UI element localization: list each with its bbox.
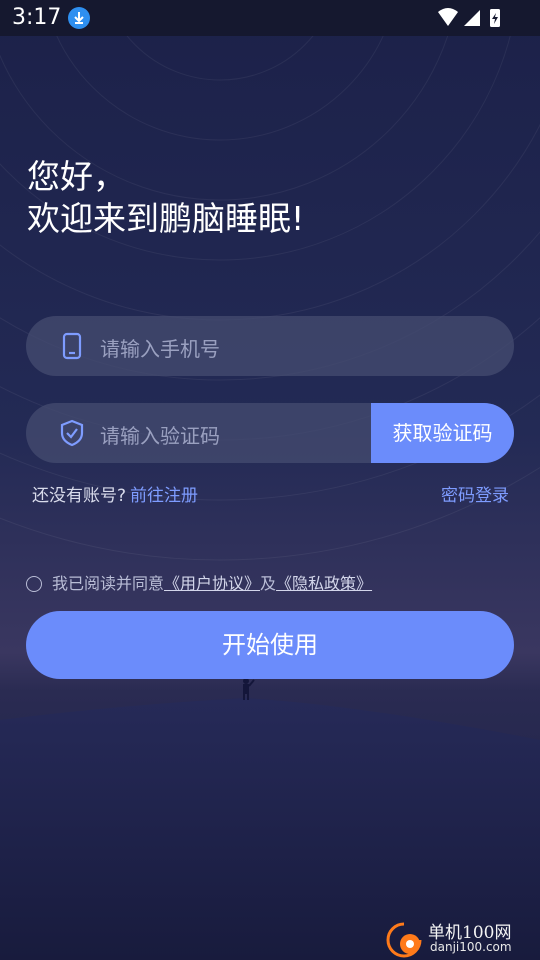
greeting-line-1: 您好， xyxy=(27,157,126,196)
status-time: 3:17 xyxy=(12,5,62,30)
watermark-logo-icon xyxy=(386,922,422,958)
person-silhouette xyxy=(243,678,255,700)
shield-check-icon xyxy=(58,419,86,447)
agreement-and: 及 xyxy=(260,574,277,593)
watermark-url: danji100.com xyxy=(430,940,512,954)
privacy-policy-link[interactable]: 《隐私政策》 xyxy=(276,574,372,593)
agree-radio[interactable] xyxy=(26,576,42,592)
status-bar: 3:17 xyxy=(0,0,540,36)
phone-icon xyxy=(58,332,86,360)
status-icons xyxy=(436,6,506,34)
wifi-icon xyxy=(438,8,458,26)
register-link[interactable]: 前往注册 xyxy=(130,486,198,506)
greeting-line-2: 欢迎来到鹏脑睡眠! xyxy=(27,199,305,238)
watermark: 单机100网 danji100.com xyxy=(384,914,534,958)
user-agreement-link[interactable]: 《用户协议》 xyxy=(164,574,260,593)
verification-code-input[interactable]: 请输入验证码 获取验证码 xyxy=(26,403,514,463)
signal-icon xyxy=(464,10,480,26)
no-account-text: 还没有账号? xyxy=(32,486,127,506)
agreement-row: 我已阅读并同意《用户协议》及《隐私政策》 xyxy=(26,570,372,594)
agreement-prefix: 我已阅读并同意 xyxy=(52,574,165,593)
start-button[interactable]: 开始使用 xyxy=(26,611,514,679)
code-placeholder: 请输入验证码 xyxy=(100,424,220,448)
download-icon xyxy=(68,7,90,29)
password-login-link[interactable]: 密码登录 xyxy=(441,481,509,506)
get-code-button[interactable]: 获取验证码 xyxy=(371,403,514,463)
greeting: 您好， 欢迎来到鹏脑睡眠! xyxy=(27,156,304,240)
phone-input[interactable]: 请输入手机号 xyxy=(26,316,514,376)
no-account-row: 还没有账号? 前往注册 xyxy=(32,481,198,506)
phone-placeholder: 请输入手机号 xyxy=(100,337,220,361)
